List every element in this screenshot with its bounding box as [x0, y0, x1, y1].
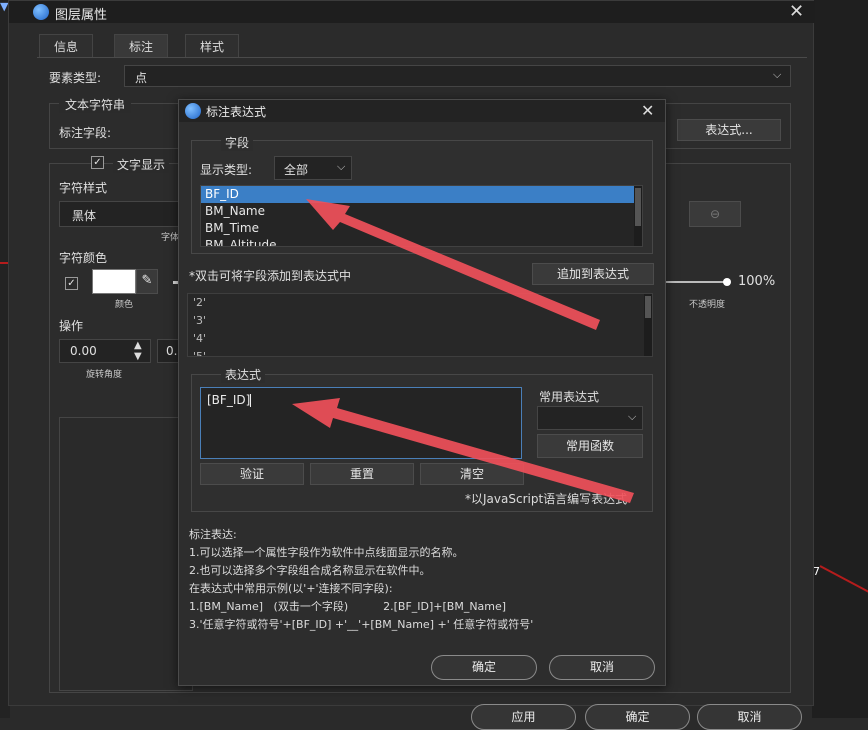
annotation-arrows [292, 199, 634, 503]
annotation-arrow-field [306, 199, 600, 330]
annotation-arrow-expression [292, 398, 634, 503]
